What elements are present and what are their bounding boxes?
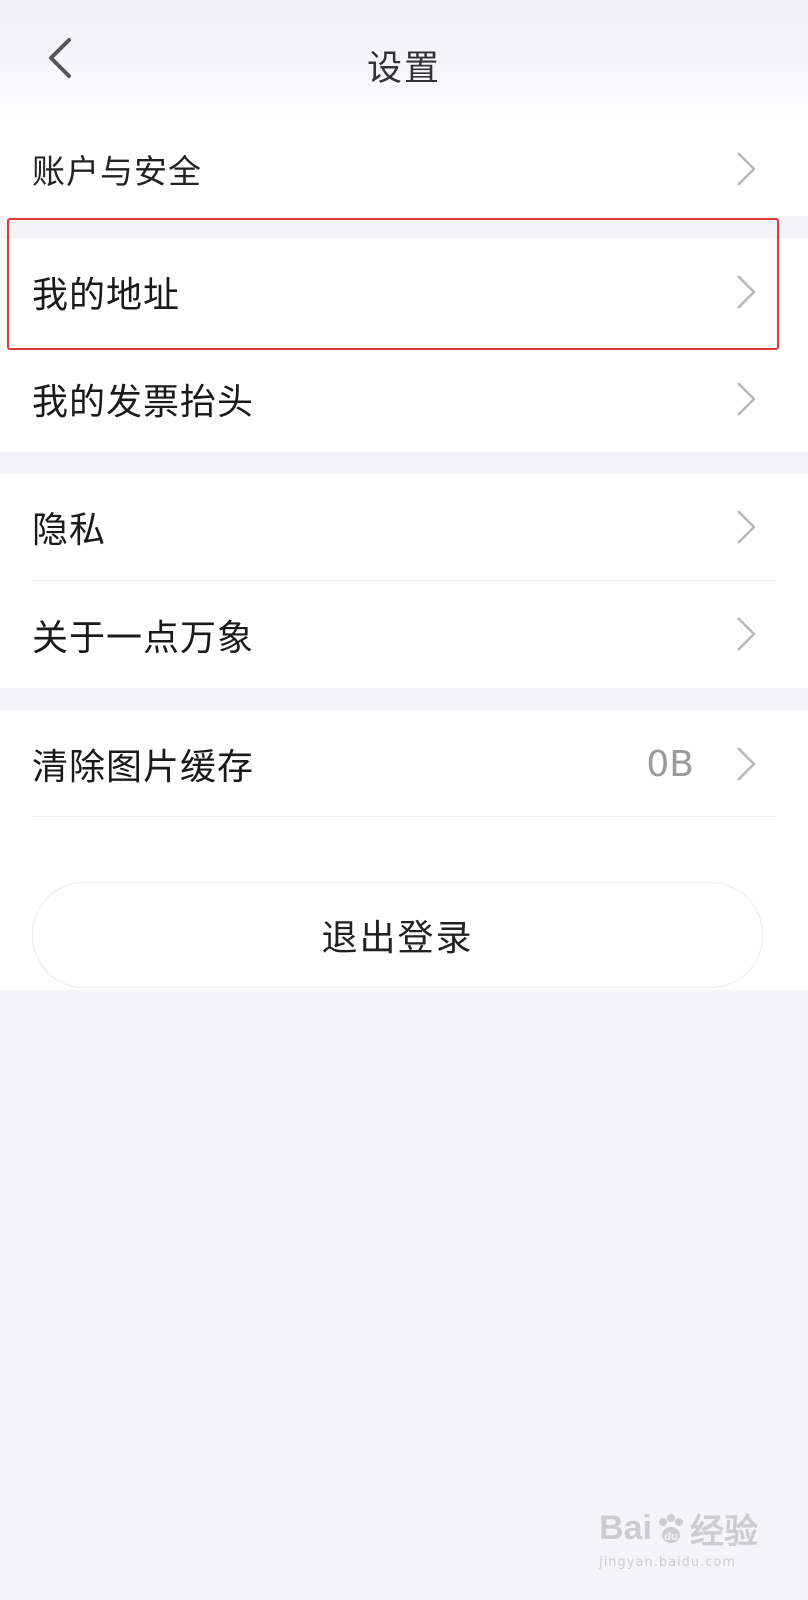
- chevron-right-icon: [737, 747, 756, 781]
- chevron-right-icon: [737, 617, 756, 651]
- logout-button[interactable]: 退出登录: [32, 882, 763, 988]
- menu-item-privacy[interactable]: 隐私: [0, 474, 808, 580]
- menu-item-invoice-title[interactable]: 我的发票抬头: [0, 346, 808, 452]
- cache-size-value: 0B: [646, 743, 694, 785]
- menu-item-label: 隐私: [32, 510, 107, 551]
- misc-group: 隐私 关于一点万象: [0, 474, 808, 688]
- chevron-right-icon: [737, 382, 756, 416]
- divider: [32, 816, 776, 817]
- account-group: 账户与安全: [0, 122, 808, 216]
- baidu-jingyan-watermark: Bai du 经验 jingyan.baidu.com: [599, 1504, 758, 1570]
- paw-icon: du: [659, 1513, 683, 1543]
- watermark-subtext: jingyan.baidu.com: [599, 1555, 737, 1570]
- svg-text:du: du: [664, 1531, 677, 1543]
- nav-header: 设置: [0, 0, 808, 122]
- page-title: 设置: [366, 49, 441, 89]
- menu-item-label: 清除图片缓存: [32, 747, 255, 788]
- menu-item-label: 关于一点万象: [32, 617, 255, 659]
- menu-item-clear-cache[interactable]: 清除图片缓存 0B: [0, 710, 808, 818]
- chevron-right-icon: [737, 510, 756, 544]
- watermark-logo: Bai du 经验: [599, 1509, 758, 1551]
- highlight-box: [7, 218, 779, 350]
- logout-area: 退出登录: [0, 830, 808, 990]
- cache-group: 清除图片缓存 0B: [0, 710, 808, 830]
- menu-item-label: 我的发票抬头: [32, 382, 255, 423]
- menu-item-about[interactable]: 关于一点万象: [0, 581, 808, 688]
- menu-item-account-security[interactable]: 账户与安全: [0, 122, 808, 216]
- chevron-right-icon: [737, 152, 756, 186]
- menu-item-label: 账户与安全: [32, 152, 202, 191]
